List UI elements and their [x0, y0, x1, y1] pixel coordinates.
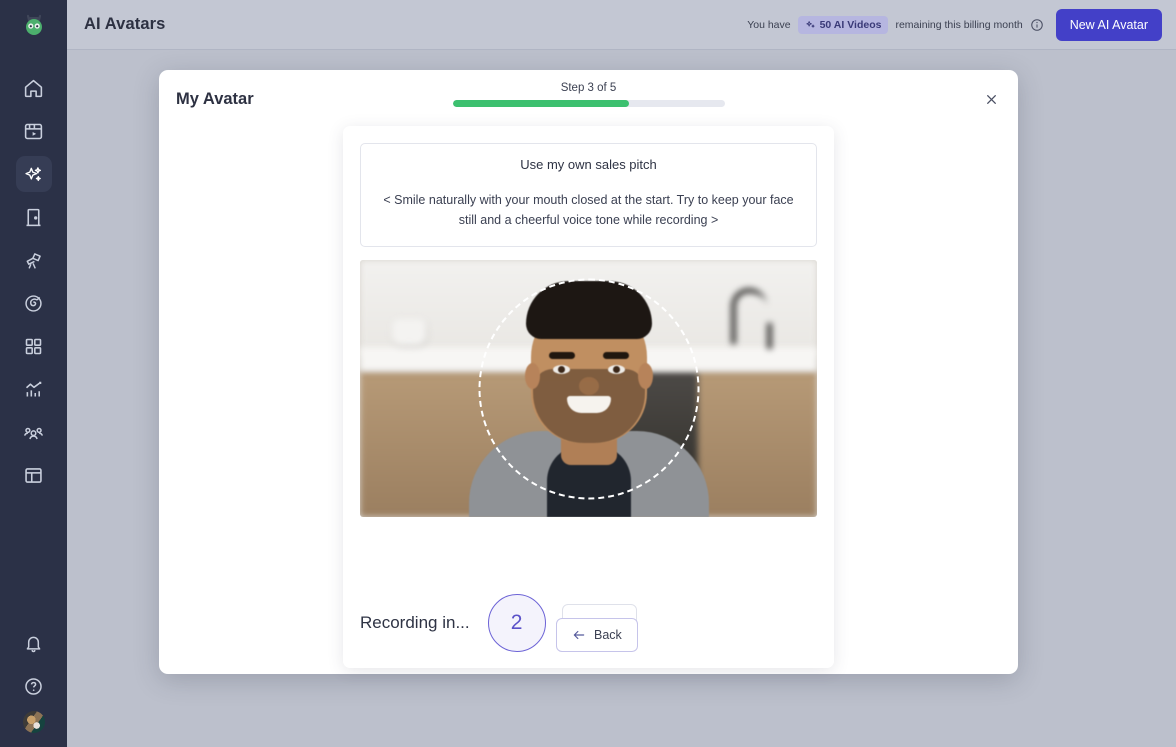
person-eyebrow-left	[548, 352, 575, 359]
sidebar-item-home[interactable]	[16, 70, 52, 106]
sidebar-primary-nav	[15, 70, 52, 493]
person-eye-right	[607, 365, 625, 374]
wizard-stepper: Step 3 of 5	[452, 82, 725, 107]
person-mouth	[566, 396, 611, 413]
telescope-icon	[26, 252, 41, 269]
webcam-preview[interactable]	[360, 260, 817, 517]
app-logo[interactable]	[0, 0, 67, 50]
person-ear-right	[637, 363, 653, 389]
quota-badge-label: 50 AI Videos	[819, 18, 882, 31]
recording-status-label: Recording in...	[360, 613, 470, 632]
countdown-timer: 2	[487, 594, 546, 652]
sidebar-item-apps[interactable]	[16, 328, 52, 364]
back-button[interactable]: Back	[556, 618, 638, 652]
close-modal-button[interactable]	[980, 88, 1002, 110]
new-ai-avatar-button[interactable]: New AI Avatar	[1055, 8, 1162, 41]
user-avatar[interactable]	[22, 711, 45, 733]
sparkles-icon	[25, 166, 42, 181]
sidebar	[0, 0, 67, 747]
quota-badge[interactable]: 50 AI Videos	[797, 15, 889, 34]
bell-icon	[26, 636, 41, 652]
progress-bar-fill	[452, 100, 630, 107]
step-label: Step 3 of 5	[560, 82, 617, 94]
target-icon	[25, 294, 42, 312]
close-icon	[986, 94, 996, 104]
person-eyebrow-right	[602, 352, 629, 359]
background-faucet	[730, 288, 772, 350]
person-ear-left	[524, 363, 540, 389]
sidebar-item-campaigns[interactable]	[16, 285, 52, 321]
clapperboard-icon	[24, 123, 43, 139]
recording-card: Use my own sales pitch < Smile naturally…	[343, 126, 834, 668]
home-icon	[24, 79, 43, 97]
top-header: AI Avatars You have 50 AI Videos remaini…	[67, 0, 1176, 50]
person-hair	[525, 281, 652, 339]
help-button[interactable]	[16, 668, 52, 704]
script-body: < Smile naturally with your mouth closed…	[383, 193, 794, 227]
sidebar-item-videos[interactable]	[16, 113, 52, 149]
door-icon	[26, 208, 41, 226]
notifications-button[interactable]	[16, 625, 52, 661]
page-title: AI Avatars	[84, 15, 166, 33]
back-button-label: Back	[594, 628, 622, 642]
progress-bar	[452, 100, 725, 107]
layout-icon	[25, 467, 42, 483]
script-box[interactable]: Use my own sales pitch < Smile naturally…	[360, 143, 817, 247]
person-in-frame	[468, 281, 709, 517]
avatar-wizard-modal: My Avatar Step 3 of 5 Use my own sales p…	[159, 70, 1018, 674]
person-eye-left	[552, 365, 570, 374]
chart-icon	[25, 381, 42, 396]
modal-title: My Avatar	[176, 89, 254, 108]
arrow-left-icon	[573, 630, 585, 640]
sidebar-item-ai-avatars[interactable]	[15, 156, 52, 192]
sidebar-item-templates[interactable]	[16, 457, 52, 493]
sidebar-item-presentations[interactable]	[16, 199, 52, 235]
sidebar-item-team[interactable]	[16, 414, 52, 450]
sidebar-item-prospecting[interactable]	[16, 242, 52, 278]
question-circle-icon	[25, 677, 42, 695]
person-nose	[578, 377, 599, 395]
background-mug	[391, 319, 426, 346]
quota-suffix-text: remaining this billing month	[895, 18, 1023, 31]
sidebar-secondary-nav	[0, 625, 67, 733]
sidebar-item-analytics[interactable]	[16, 371, 52, 407]
script-title: Use my own sales pitch	[520, 157, 657, 172]
grid-icon	[25, 338, 42, 354]
info-icon	[1030, 18, 1043, 31]
bug-mascot-logo	[25, 14, 42, 35]
header-actions: You have 50 AI Videos remaining this bil…	[747, 8, 1162, 41]
sparkles-icon	[805, 21, 815, 28]
people-icon	[24, 427, 43, 439]
quota-prefix-text: You have	[747, 18, 791, 31]
modal-header: My Avatar Step 3 of 5	[159, 70, 1018, 128]
info-button[interactable]	[1030, 18, 1044, 32]
